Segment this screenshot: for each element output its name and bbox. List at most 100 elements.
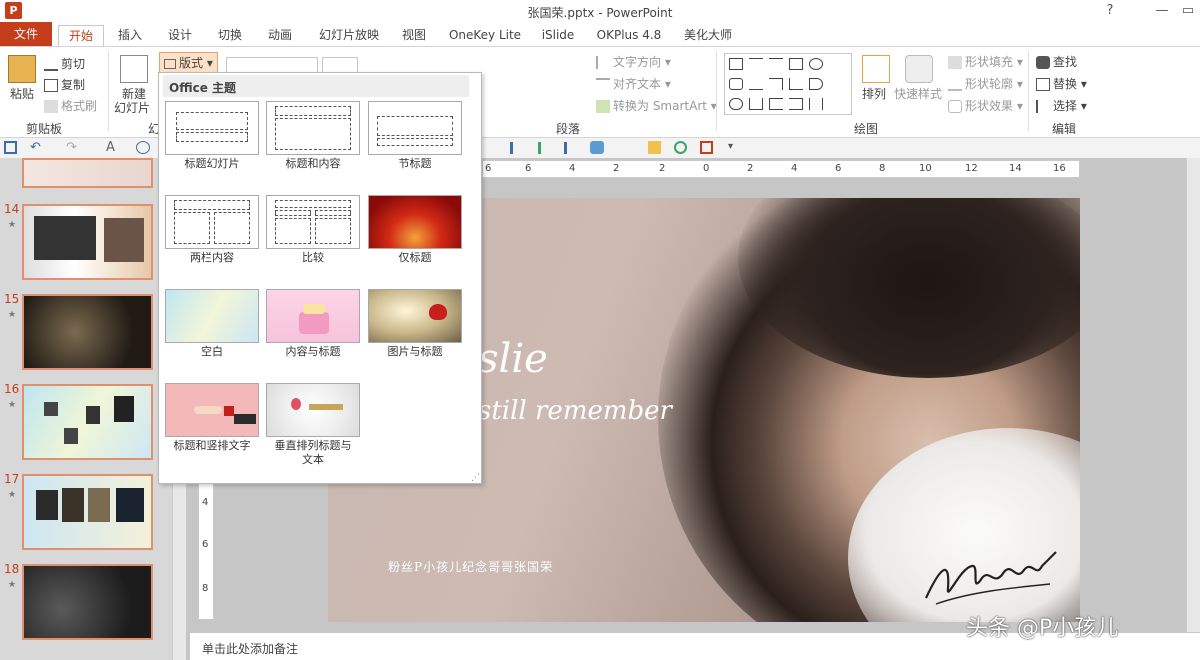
layout-vertical-title-text[interactable] [266,383,360,437]
tab-islide[interactable]: iSlide [536,25,580,46]
merge-shapes-icon[interactable] [590,141,604,154]
ruler-tick: 2 [747,163,754,174]
thumb-photo [34,216,96,260]
rounded-rect-shape-icon[interactable] [729,78,743,90]
layout-button[interactable]: 版式 ▾ [159,52,218,73]
tab-transitions[interactable]: 切换 [210,25,250,46]
connector-shape-icon[interactable] [789,78,803,90]
align-center-icon[interactable] [538,142,541,154]
oval-shape-icon[interactable] [809,58,823,70]
undo-icon[interactable]: ↶ [30,140,41,155]
layout-label: 标题和竖排文字 [173,439,251,452]
copy-button[interactable]: 复制 [44,76,85,93]
layout-title-only[interactable] [368,195,462,249]
pen-icon [948,78,962,91]
tab-insert[interactable]: 插入 [110,25,150,46]
layout-section-header[interactable] [368,101,462,155]
brace-pair-shape-icon[interactable] [809,98,823,110]
tab-okplus[interactable]: OKPlus 4.8 [592,25,666,46]
slide-number: 14 [4,202,20,216]
align-text-button[interactable]: 对齐文本 ▾ [596,75,671,92]
slide-thumbnails-panel[interactable]: 14 ★ 15 ★ 16 ★ 17 ★ 18 ★ [0,158,172,660]
slide-script-subtitle[interactable]: still remember [478,396,672,426]
layout-dropdown[interactable]: Office 主题 标题幻灯片 标题和内容 节标题 两栏内容 比较 仅标题 空白… [158,72,482,484]
shape-icon[interactable] [136,141,150,154]
slide-thumbnail[interactable] [22,294,153,370]
font-color-icon[interactable]: A [106,140,115,155]
select-button[interactable]: 选择 ▾ [1036,97,1087,114]
placeholder-box [275,210,311,216]
tab-file[interactable]: 文件 [0,22,52,46]
right-brace-shape-icon[interactable] [789,98,803,110]
grid-icon[interactable] [700,141,713,154]
replace-button[interactable]: 替换 ▾ [1036,75,1087,92]
notes-placeholder: 单击此处添加备注 [202,642,299,656]
tab-animations[interactable]: 动画 [260,25,300,46]
convert-smartart-button[interactable]: 转换为 SmartArt ▾ [596,97,717,114]
slide-thumbnail[interactable] [22,158,153,188]
arrange-button[interactable]: 排列 [862,85,886,102]
paste-button[interactable]: 粘贴 [10,85,34,102]
right-arrow-shape-icon[interactable] [809,78,823,90]
window-title: 张国荣.pptx - PowerPoint [527,6,673,20]
slide-thumbnail[interactable] [22,204,153,280]
shapes-gallery[interactable] [724,53,852,115]
arrow-line-shape-icon[interactable] [769,58,783,70]
tab-slideshow[interactable]: 幻灯片放映 [310,25,388,46]
left-brace-shape-icon[interactable] [769,98,783,110]
layout-title-slide[interactable] [165,101,259,155]
layout-comparison[interactable] [266,195,360,249]
quick-styles-button[interactable]: 快速样式 [894,85,942,102]
layout-title-vertical-text[interactable] [165,383,259,437]
slide-thumbnail[interactable] [22,564,153,640]
tab-design[interactable]: 设计 [160,25,200,46]
tab-onekey[interactable]: OneKey Lite [446,25,524,46]
shape-outline-button[interactable]: 形状轮廓 ▾ [948,75,1023,92]
animation-star-icon: ★ [8,220,17,230]
slide-thumbnail[interactable] [22,474,153,550]
align-left-icon[interactable] [510,142,513,154]
scissors-icon [44,58,58,71]
layout-blank[interactable] [165,289,259,343]
layout-two-content[interactable] [165,195,259,249]
rectangle-shape-icon[interactable] [789,58,803,70]
tab-meihua[interactable]: 美化大师 [678,25,738,46]
triangle-shape-icon[interactable] [749,78,763,90]
minimize-button[interactable]: — [1150,2,1174,20]
layout-title-content[interactable] [266,101,360,155]
vertical-scrollbar[interactable] [1186,158,1200,632]
slide-script-title[interactable]: slie [478,336,548,382]
elbow-connector-shape-icon[interactable] [769,78,783,90]
text-direction-button[interactable]: 文字方向 ▾ [596,53,671,70]
align-right-icon[interactable] [564,142,567,154]
placeholder-box [174,200,250,210]
cake-icon [299,312,329,334]
layout-content-caption[interactable] [266,289,360,343]
curve-shape-icon[interactable] [729,98,743,110]
format-painter-button[interactable]: 格式刷 [44,97,97,114]
fill-icon[interactable] [648,141,661,154]
tab-home[interactable]: 开始 [58,25,104,46]
save-icon[interactable] [4,141,17,154]
slide-caption[interactable]: 粉丝P小孩儿纪念哥哥张国荣 [388,558,553,575]
tab-view[interactable]: 视图 [394,25,434,46]
layout-picture-caption[interactable] [368,289,462,343]
cursor-icon [1036,100,1050,113]
bracket-shape-icon[interactable] [749,98,763,110]
textbox-shape-icon[interactable] [729,58,743,70]
circle-icon[interactable] [674,141,687,154]
redo-icon[interactable]: ↷ [66,140,77,155]
drawing-group-label: 绘图 [854,122,879,136]
thumb-photo [62,488,84,522]
slide-thumbnail[interactable] [22,384,153,460]
shape-fill-button[interactable]: 形状填充 ▾ [948,53,1023,70]
toolbar-more-icon[interactable]: ▾ [728,141,733,152]
resize-grip-icon[interactable]: ⋰ [471,473,480,483]
help-button[interactable]: ? [1098,2,1122,20]
restore-button[interactable]: ▭ [1176,2,1200,20]
ruler-tick: 4 [569,163,576,174]
cut-button[interactable]: 剪切 [44,55,85,72]
line-shape-icon[interactable] [749,58,763,70]
shape-effects-button[interactable]: 形状效果 ▾ [948,97,1023,114]
find-button[interactable]: 查找 [1036,53,1077,70]
